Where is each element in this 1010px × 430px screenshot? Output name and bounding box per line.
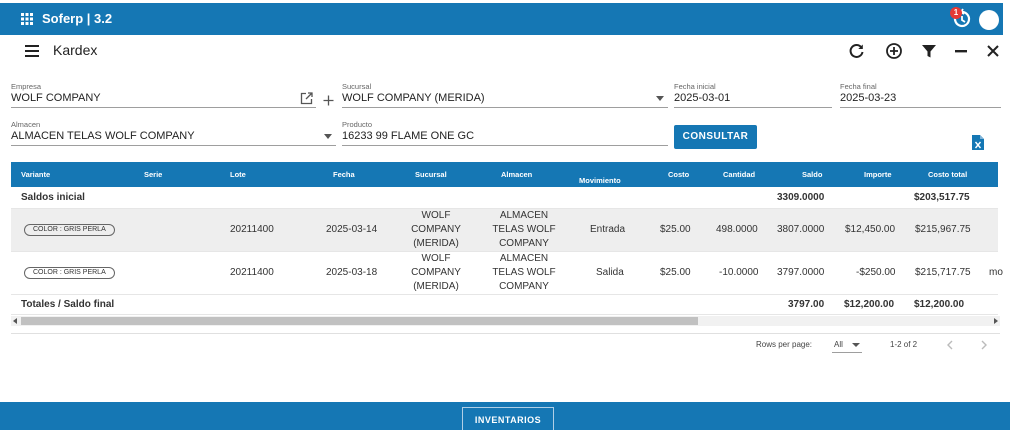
- totales-saldo: 3797.00: [788, 299, 825, 310]
- col-serie[interactable]: Serie: [144, 170, 162, 179]
- col-costo[interactable]: Costo: [668, 170, 689, 179]
- totales-label: Totales / Saldo final: [21, 299, 115, 310]
- add-circle-icon[interactable]: [885, 42, 903, 60]
- cell-cantidad: 498.0000: [716, 224, 758, 235]
- tab-inventarios[interactable]: INVENTARIOS: [462, 407, 554, 430]
- producto-label: Producto: [342, 120, 373, 129]
- cell-almacen: ALMACEN TELAS WOLF COMPANY: [492, 210, 556, 249]
- excel-export-icon[interactable]: [972, 135, 984, 150]
- fecha-final-field[interactable]: Fecha final 2025-03-23: [840, 82, 1001, 108]
- col-cantidad[interactable]: Cantidad: [723, 170, 755, 179]
- fecha-inicial-label: Fecha inicial: [674, 82, 716, 91]
- sucursal-select[interactable]: Sucursal WOLF COMPANY (MERIDA): [342, 82, 668, 108]
- col-importe[interactable]: Importe: [864, 170, 892, 179]
- totales-costo-total: $12,200.00: [914, 299, 965, 310]
- col-sucursal[interactable]: Sucursal: [415, 170, 447, 179]
- empresa-label: Empresa: [11, 82, 42, 91]
- cell-overflow: mo: [989, 267, 1003, 278]
- col-saldo[interactable]: Saldo: [802, 170, 822, 179]
- chevron-down-icon: [324, 134, 332, 139]
- table-row[interactable]: COLOR : GRIS PERLA 20211400 2025-03-18 W…: [11, 252, 1003, 295]
- variante-chip: COLOR : GRIS PERLA: [24, 224, 115, 236]
- col-lote[interactable]: Lote: [230, 170, 246, 179]
- refresh-icon[interactable]: [848, 42, 866, 60]
- empresa-field[interactable]: Empresa WOLF COMPANY: [11, 82, 316, 108]
- cell-almacen: ALMACEN TELAS WOLF COMPANY: [492, 253, 556, 292]
- page-title: Kardex: [53, 42, 98, 58]
- prev-page-icon[interactable]: [945, 340, 955, 350]
- col-movimiento[interactable]: Movimiento: [579, 176, 621, 185]
- fecha-inicial-value: 2025-03-01: [674, 92, 731, 104]
- saldos-inicial-label: Saldos inicial: [21, 192, 85, 203]
- cell-costo: $25.00: [660, 224, 691, 235]
- sync-button[interactable]: 1: [950, 7, 974, 31]
- almacen-value: ALMACEN TELAS WOLF COMPANY: [11, 130, 195, 142]
- rows-per-page-value: All: [834, 340, 843, 349]
- close-icon[interactable]: [984, 42, 1002, 60]
- cell-sucursal: WOLF COMPANY (MERIDA): [411, 253, 461, 292]
- almacen-label: Almacen: [11, 120, 41, 129]
- app-bar: Soferp | 3.2 1: [0, 3, 1003, 35]
- page-toolbar: Kardex: [0, 36, 1010, 66]
- rows-per-page-select[interactable]: All: [832, 337, 862, 353]
- next-page-icon[interactable]: [979, 340, 989, 350]
- variante-chip: COLOR : GRIS PERLA: [24, 267, 115, 279]
- sucursal-label: Sucursal: [342, 82, 372, 91]
- cell-movimiento: Salida: [596, 267, 624, 278]
- scroll-left-icon[interactable]: [13, 318, 17, 324]
- rows-per-page-label: Rows per page:: [756, 340, 813, 349]
- menu-icon[interactable]: [25, 45, 39, 57]
- horizontal-scrollbar[interactable]: [11, 316, 1000, 326]
- producto-field[interactable]: Producto 16233 99 FLAME ONE GC: [342, 120, 668, 146]
- almacen-select[interactable]: Almacen ALMACEN TELAS WOLF COMPANY: [11, 120, 336, 146]
- cell-cantidad: -10.0000: [719, 267, 759, 278]
- notification-badge: 1: [950, 7, 962, 19]
- filter-icon[interactable]: [920, 42, 938, 60]
- table-row[interactable]: COLOR : GRIS PERLA 20211400 2025-03-14 W…: [11, 209, 998, 252]
- fecha-final-value: 2025-03-23: [840, 92, 897, 104]
- saldos-inicial-costo-total: $203,517.75: [914, 192, 970, 203]
- sucursal-value: WOLF COMPANY (MERIDA): [342, 92, 485, 104]
- table-header: Variante Serie Lote Fecha Sucursal Almac…: [11, 162, 998, 187]
- fecha-final-label: Fecha final: [840, 82, 877, 91]
- cell-costo: $25.00: [660, 267, 691, 278]
- cell-lote: 20211400: [230, 224, 274, 235]
- producto-value: 16233 99 FLAME ONE GC: [342, 130, 475, 142]
- fecha-inicial-field[interactable]: Fecha inicial 2025-03-01: [674, 82, 832, 108]
- app-title: Soferp | 3.2: [42, 11, 113, 26]
- cell-lote: 20211400: [230, 267, 274, 278]
- kardex-table: Variante Serie Lote Fecha Sucursal Almac…: [11, 162, 1003, 315]
- empresa-value: WOLF COMPANY: [11, 92, 101, 104]
- totales-row: Totales / Saldo final 3797.00 $12,200.00…: [11, 295, 998, 315]
- minimize-icon[interactable]: [952, 42, 970, 60]
- cell-saldo: 3797.0000: [777, 267, 825, 278]
- cell-fecha: 2025-03-18: [326, 267, 378, 278]
- scroll-right-icon[interactable]: [994, 318, 998, 324]
- add-icon[interactable]: [323, 95, 334, 106]
- pagination-range: 1-2 of 2: [890, 340, 918, 349]
- cell-saldo: 3807.0000: [777, 224, 825, 235]
- cell-movimiento: Entrada: [590, 224, 626, 235]
- col-almacen[interactable]: Almacen: [501, 170, 532, 179]
- cell-costo-total: $215,717.75: [915, 267, 971, 278]
- cell-importe: $12,450.00: [845, 224, 896, 235]
- avatar[interactable]: [979, 10, 999, 30]
- open-external-icon[interactable]: [300, 92, 313, 105]
- bottom-bar: INVENTARIOS: [0, 402, 1010, 430]
- consultar-button[interactable]: CONSULTAR: [674, 125, 757, 149]
- col-fecha[interactable]: Fecha: [333, 170, 355, 179]
- cell-sucursal: WOLF COMPANY (MERIDA): [411, 210, 461, 249]
- saldos-inicial-saldo: 3309.0000: [777, 192, 825, 203]
- cell-fecha: 2025-03-14: [326, 224, 378, 235]
- totales-importe: $12,200.00: [844, 299, 895, 310]
- saldos-inicial-row: Saldos inicial 3309.0000 $203,517.75: [11, 187, 998, 209]
- chevron-down-icon: [852, 343, 860, 347]
- col-variante[interactable]: Variante: [21, 170, 50, 179]
- apps-grid-icon[interactable]: [21, 13, 33, 25]
- scrollbar-thumb[interactable]: [21, 317, 698, 325]
- cell-importe: -$250.00: [856, 267, 896, 278]
- col-costo-total[interactable]: Costo total: [928, 170, 967, 179]
- chevron-down-icon: [656, 96, 664, 101]
- cell-costo-total: $215,967.75: [915, 224, 971, 235]
